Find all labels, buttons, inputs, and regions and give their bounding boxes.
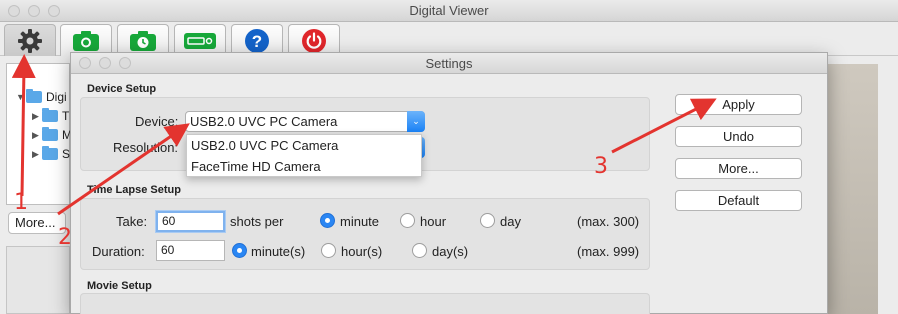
annotation-step-2: 2 <box>58 225 72 250</box>
annotation-step-1: 1 <box>14 190 28 215</box>
arrow-1 <box>11 54 36 197</box>
annotation-step-3: 3 <box>594 154 608 179</box>
annotation-arrows <box>11 54 717 216</box>
arrow-3 <box>611 98 717 154</box>
arrow-2 <box>57 123 190 216</box>
